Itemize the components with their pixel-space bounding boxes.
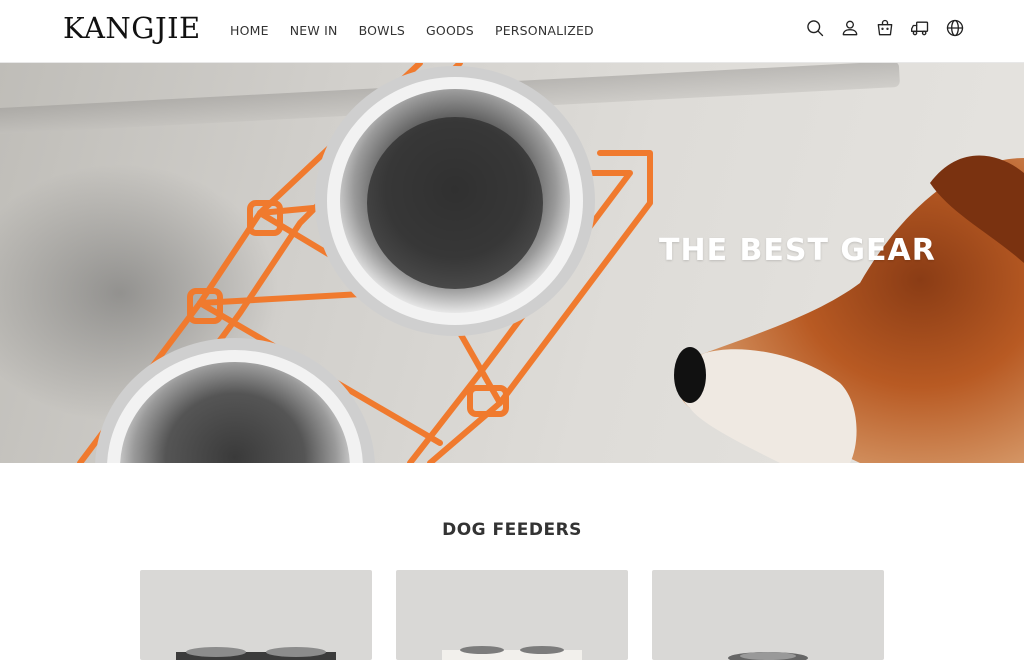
hero-title: THE BEST GEAR [659,233,936,268]
nav-bowls[interactable]: BOWLS [359,23,405,38]
product-image [442,646,582,660]
account-icon[interactable] [839,17,861,39]
product-card[interactable] [396,570,628,660]
product-grid [140,570,884,660]
product-card[interactable] [140,570,372,660]
header-icons [804,17,966,39]
cart-icon[interactable] [874,17,896,39]
main-nav: HOME NEW IN BOWLS GOODS PERSONALIZED [230,23,615,38]
steel-bowl-bottom [95,338,375,463]
globe-icon[interactable] [944,17,966,39]
nav-personalized[interactable]: PERSONALIZED [495,23,594,38]
product-image [728,652,808,660]
site-header: KANGJIE HOME NEW IN BOWLS GOODS PERSONAL… [0,0,1024,63]
nav-new-in[interactable]: NEW IN [290,23,338,38]
search-icon[interactable] [804,17,826,39]
site-logo[interactable]: KANGJIE [63,11,201,45]
steel-bowl-top [315,66,595,336]
product-image [176,647,336,660]
dog [674,155,1024,463]
section-title: DOG FEEDERS [442,520,582,540]
shipping-icon[interactable] [909,17,931,39]
nav-goods[interactable]: GOODS [426,23,474,38]
hero-banner[interactable]: THE BEST GEAR [0,63,1024,463]
nav-home[interactable]: HOME [230,23,269,38]
product-card[interactable] [652,570,884,660]
